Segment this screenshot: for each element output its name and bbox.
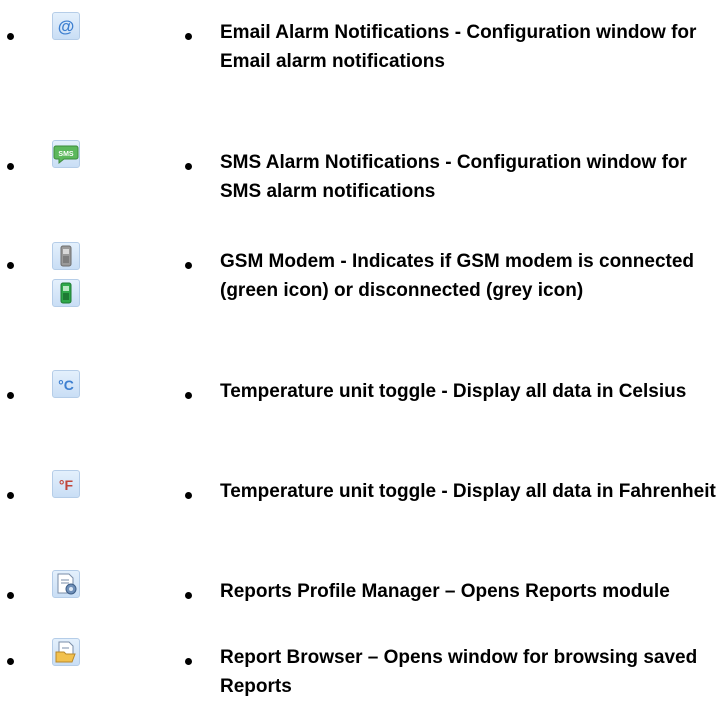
item-description: Temperature unit toggle - Display all da… [220, 481, 716, 502]
bullet [7, 163, 14, 170]
email-at-icon[interactable]: @ [52, 12, 80, 40]
bullet [185, 592, 192, 599]
sms-bubble-icon[interactable]: SMS [52, 140, 80, 168]
celsius-icon[interactable]: °C [52, 370, 80, 398]
bullet [7, 33, 14, 40]
bullet [185, 392, 192, 399]
bullet [185, 262, 192, 269]
item-description: Temperature unit toggle - Display all da… [220, 381, 687, 402]
report-browser-icon[interactable] [52, 638, 80, 666]
item-description: Reports Profile Manager – Opens Reports … [220, 581, 670, 602]
item-description: Email Alarm Notifications - Configuratio… [220, 22, 697, 72]
email-at-glyph: @ [58, 17, 75, 36]
gsm-modem-connected-icon [52, 279, 80, 307]
sms-glyph: SMS [58, 151, 74, 158]
bullet [7, 392, 14, 399]
reports-profile-icon[interactable] [52, 570, 80, 598]
bullet [7, 492, 14, 499]
bullet [185, 33, 192, 40]
bullet [7, 592, 14, 599]
bullet [185, 163, 192, 170]
item-description: SMS Alarm Notifications - Configuration … [220, 152, 687, 202]
item-description: Report Browser – Opens window for browsi… [220, 647, 698, 697]
gsm-modem-disconnected-icon [52, 242, 80, 270]
fahrenheit-glyph: °F [59, 477, 74, 493]
bullet [185, 658, 192, 665]
bullet [7, 658, 14, 665]
item-description: GSM Modem - Indicates if GSM modem is co… [220, 251, 695, 301]
fahrenheit-icon[interactable]: °F [52, 470, 80, 498]
bullet [7, 262, 14, 269]
celsius-glyph: °C [58, 377, 74, 393]
bullet [185, 492, 192, 499]
